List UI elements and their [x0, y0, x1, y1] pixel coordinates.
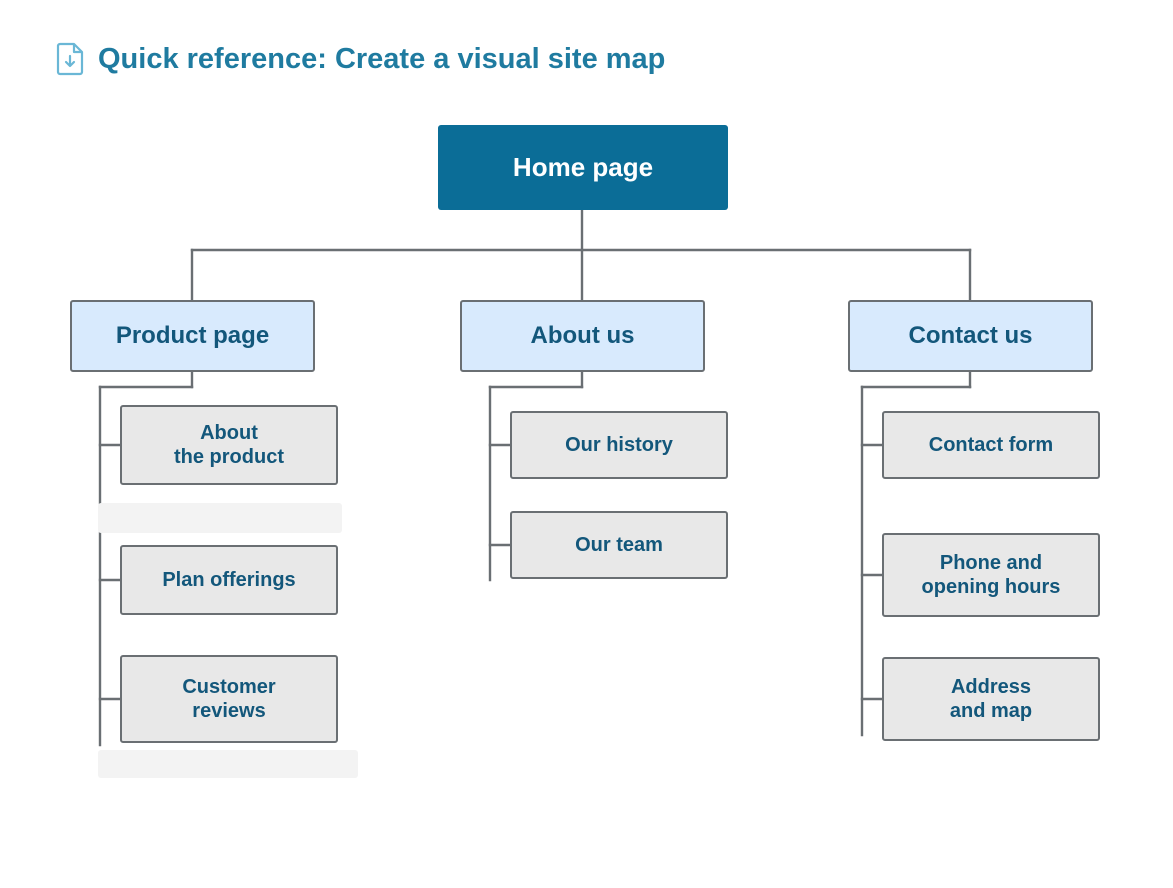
node-our-history: Our history [510, 411, 728, 479]
page: Quick reference: Create a visual site ma… [0, 0, 1173, 888]
page-header: Quick reference: Create a visual site ma… [56, 42, 665, 76]
sitemap-diagram: Home page Product page About us Contact … [0, 85, 1173, 845]
node-contact-us: Contact us [848, 300, 1093, 372]
node-plan-offerings: Plan offerings [120, 545, 338, 615]
download-file-icon [56, 42, 84, 76]
node-about-the-product: About the product [120, 405, 338, 485]
node-product-page: Product page [70, 300, 315, 372]
node-contact-form: Contact form [882, 411, 1100, 479]
node-home-page: Home page [438, 125, 728, 210]
node-address-and-map: Address and map [882, 657, 1100, 741]
node-our-team: Our team [510, 511, 728, 579]
node-phone-opening-hours: Phone and opening hours [882, 533, 1100, 617]
node-about-us: About us [460, 300, 705, 372]
node-shadow [98, 750, 358, 778]
node-shadow [98, 503, 342, 533]
page-title: Quick reference: Create a visual site ma… [98, 43, 665, 76]
node-customer-reviews: Customer reviews [120, 655, 338, 743]
